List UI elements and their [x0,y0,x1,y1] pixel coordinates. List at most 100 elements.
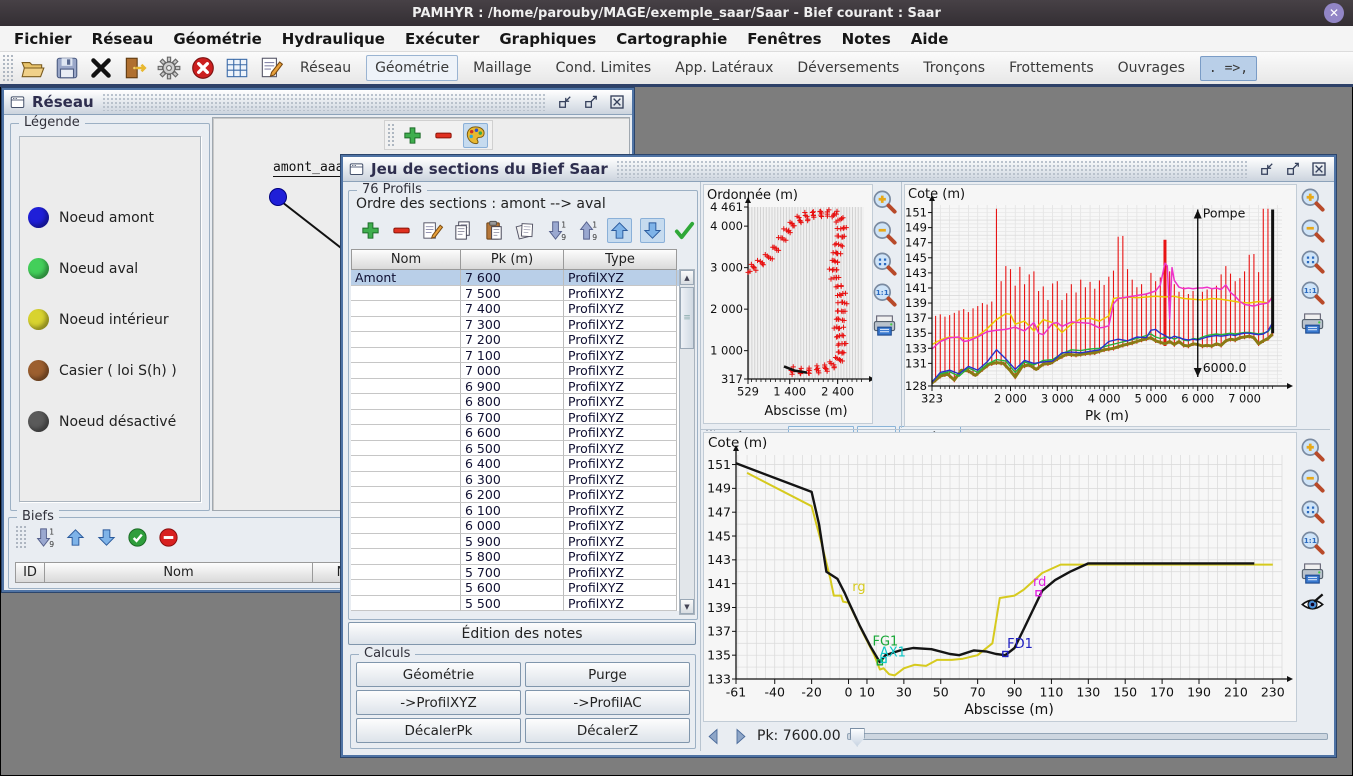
zoom-fit-icon[interactable] [871,250,898,277]
menu-hydraulique[interactable]: Hydraulique [272,28,395,50]
table-cell[interactable] [351,487,461,503]
table-row[interactable]: 5 600ProfilXYZ [351,580,693,596]
table-cell[interactable]: 6 400 [461,456,564,472]
table-row[interactable]: 7 200ProfilXYZ [351,332,693,348]
calc-button-d-calerz[interactable]: DécalerZ [525,718,690,743]
save-icon[interactable] [54,55,80,81]
table-cell[interactable]: 5 600 [461,580,564,596]
minimize-icon[interactable] [555,93,575,111]
zoom-out-icon[interactable] [871,219,898,246]
close-icon[interactable] [607,93,627,111]
table-cell[interactable]: ProfilXYZ [564,565,677,581]
settings-icon[interactable] [156,55,182,81]
table-row[interactable]: 6 300ProfilXYZ [351,472,693,488]
table-cell[interactable] [351,503,461,519]
sections-scrollbar[interactable]: ▲ ▼ [679,269,695,615]
apply-icon[interactable] [673,219,696,242]
menu-ex-cuter[interactable]: Exécuter [395,28,489,50]
table-row[interactable]: 6 500ProfilXYZ [351,441,693,457]
table-cell[interactable] [351,332,461,348]
previous-profile-icon[interactable] [703,726,724,747]
maximize-icon[interactable] [581,93,601,111]
table-cell[interactable] [351,286,461,302]
table-cell[interactable]: 5 700 [461,565,564,581]
calc-button-purge[interactable]: Purge [525,662,690,687]
toolbar-button-cond-limites[interactable]: Cond. Limites [547,55,661,81]
upstream-node[interactable] [270,189,287,206]
table-row[interactable]: Amont7 600ProfilXYZ [351,270,693,286]
zoom-in-icon[interactable] [1299,186,1326,213]
table-cell[interactable]: 7 100 [461,348,564,364]
minimize-icon[interactable] [1257,160,1277,178]
table-cell[interactable]: 7 600 [461,270,564,286]
sort-asc-icon[interactable]: 19 [576,219,599,242]
table-row[interactable]: 6 400ProfilXYZ [351,456,693,472]
table-row[interactable]: 6 200ProfilXYZ [351,487,693,503]
table-cell[interactable]: ProfilXYZ [564,286,677,302]
table-row[interactable]: 6 900ProfilXYZ [351,379,693,395]
calc-button--profilxyz[interactable]: ->ProfilXYZ [356,690,521,715]
toolbar-button--[interactable]: . =>, [1200,56,1257,81]
table-cell[interactable]: 6 800 [461,394,564,410]
table-cell[interactable] [351,317,461,333]
menu-aide[interactable]: Aide [901,28,959,50]
scroll-down-icon[interactable]: ▼ [680,599,694,614]
calc-button-d-calerpk[interactable]: DécalerPk [356,718,521,743]
table-row[interactable]: 7 000ProfilXYZ [351,363,693,379]
print-icon[interactable] [871,312,898,339]
table-cell[interactable]: 6 700 [461,410,564,426]
visibility-icon[interactable] [1299,591,1326,618]
remove-icon[interactable] [390,219,413,242]
table-cell[interactable]: 7 300 [461,317,564,333]
table-cell[interactable]: 6 000 [461,518,564,534]
table-cell[interactable]: ProfilXYZ [564,270,677,286]
table-cell[interactable]: 5 800 [461,549,564,565]
table-cell[interactable]: ProfilXYZ [564,503,677,519]
table-cell[interactable]: 6 100 [461,503,564,519]
reseau-titlebar[interactable]: Réseau [4,90,632,115]
table-cell[interactable]: ProfilXYZ [564,534,677,550]
zoom-one-icon[interactable]: 1:1 [1299,529,1326,556]
table-cell[interactable]: ProfilXYZ [564,410,677,426]
table-cell[interactable]: ProfilXYZ [564,456,677,472]
zoom-fit-icon[interactable] [1299,248,1326,275]
table-cell[interactable]: 5 900 [461,534,564,550]
sections-column-header[interactable]: Type [564,249,677,270]
table-cell[interactable] [351,363,461,379]
table-cell[interactable] [351,549,461,565]
toolbar-button-g-om-trie[interactable]: Géométrie [366,55,458,81]
table-row[interactable]: 7 400ProfilXYZ [351,301,693,317]
table-cell[interactable] [351,534,461,550]
table-cell[interactable]: ProfilXYZ [564,332,677,348]
toolbar-button-r-seau[interactable]: Réseau [291,55,360,81]
table-row[interactable]: 6 600ProfilXYZ [351,425,693,441]
zoom-fit-icon[interactable] [1299,498,1326,525]
table-cell[interactable] [351,301,461,317]
move-down-icon[interactable] [95,526,118,549]
plan-view-plot[interactable]: Ordonnée (m)4 4614 0003 0002 0001 000317… [703,184,873,424]
table-cell[interactable]: 6 200 [461,487,564,503]
toolbar-button-tron-ons[interactable]: Tronçons [914,55,994,81]
table-cell[interactable] [351,596,461,612]
table-row[interactable]: 7 500ProfilXYZ [351,286,693,302]
edit-notes-button[interactable]: Édition des notes [348,622,696,645]
sections-column-header[interactable]: Nom [351,249,461,270]
table-row[interactable]: 6 800ProfilXYZ [351,394,693,410]
table-row[interactable]: 5 900ProfilXYZ [351,534,693,550]
move-up-icon[interactable] [64,526,87,549]
menu-fen-tres[interactable]: Fenêtres [737,28,831,50]
add-icon[interactable] [359,219,382,242]
table-cell[interactable]: ProfilXYZ [564,363,677,379]
table-cell[interactable]: ProfilXYZ [564,441,677,457]
stop-icon[interactable] [190,55,216,81]
table-cell[interactable]: Amont [351,270,461,286]
notes-icon[interactable] [258,55,284,81]
toolbar-button-d-versements[interactable]: Déversements [788,55,908,81]
table-cell[interactable]: ProfilXYZ [564,425,677,441]
table-cell[interactable] [351,580,461,596]
close-icon[interactable]: ✕ [1324,3,1344,23]
table-cell[interactable] [351,410,461,426]
table-cell[interactable]: 7 500 [461,286,564,302]
toolbar-button-frottements[interactable]: Frottements [1000,55,1103,81]
table-row[interactable]: 5 500ProfilXYZ [351,596,693,612]
